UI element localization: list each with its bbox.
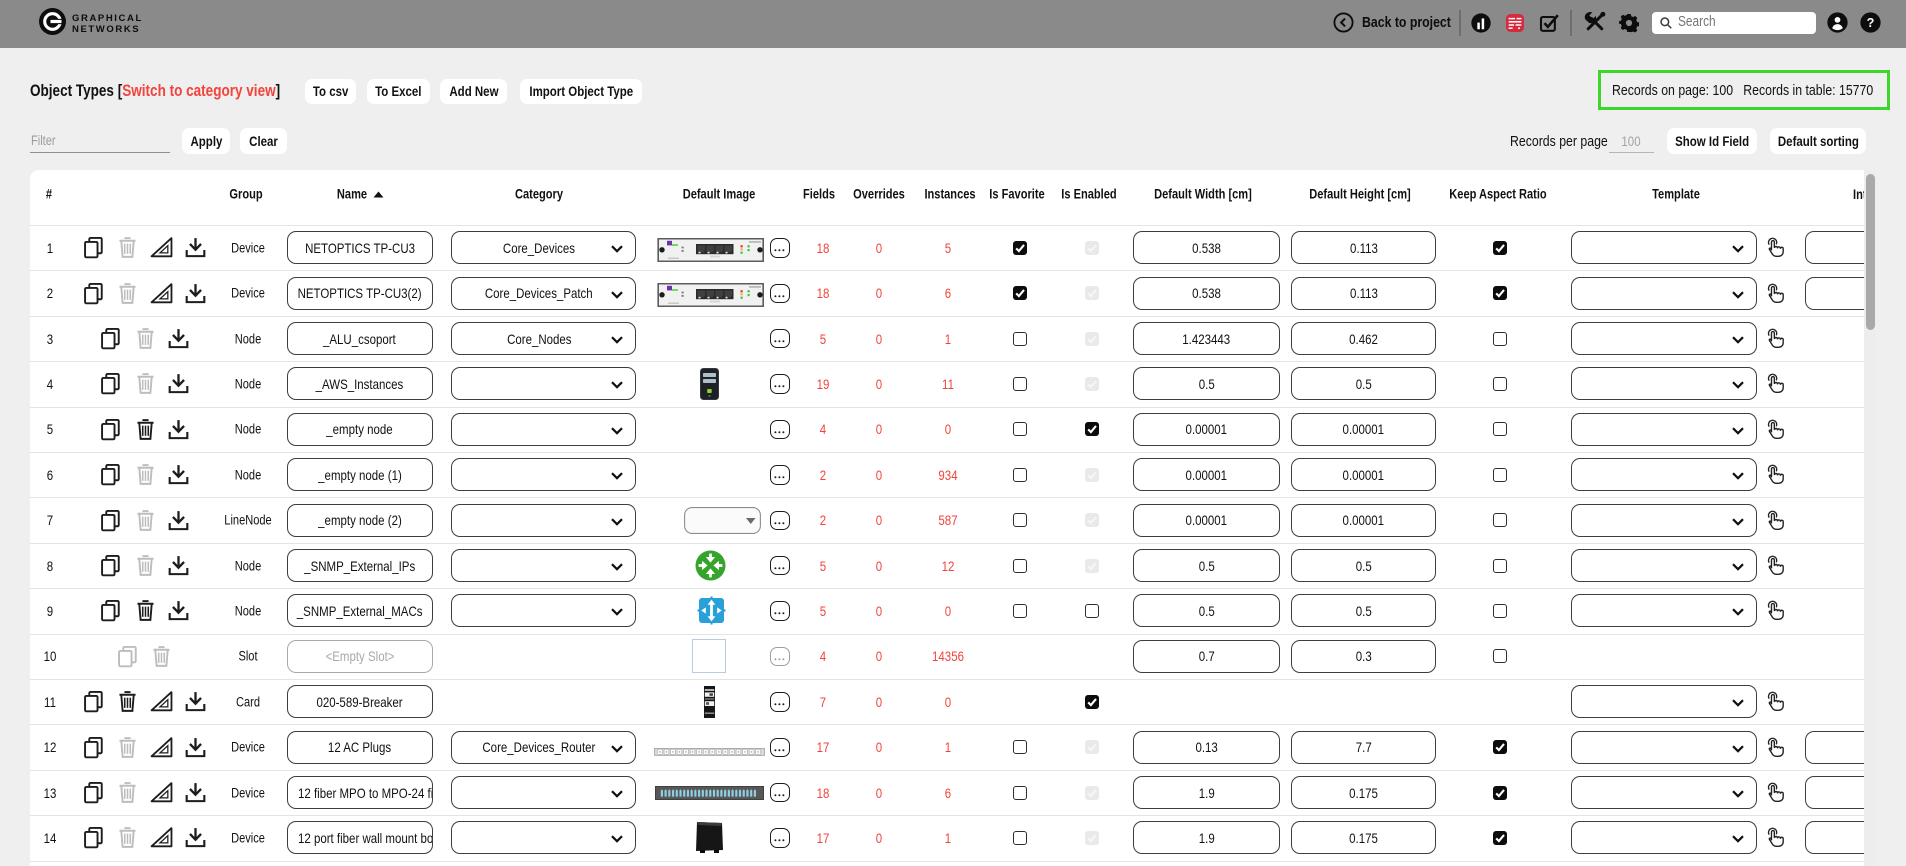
- svg-text:?: ?: [1867, 16, 1875, 30]
